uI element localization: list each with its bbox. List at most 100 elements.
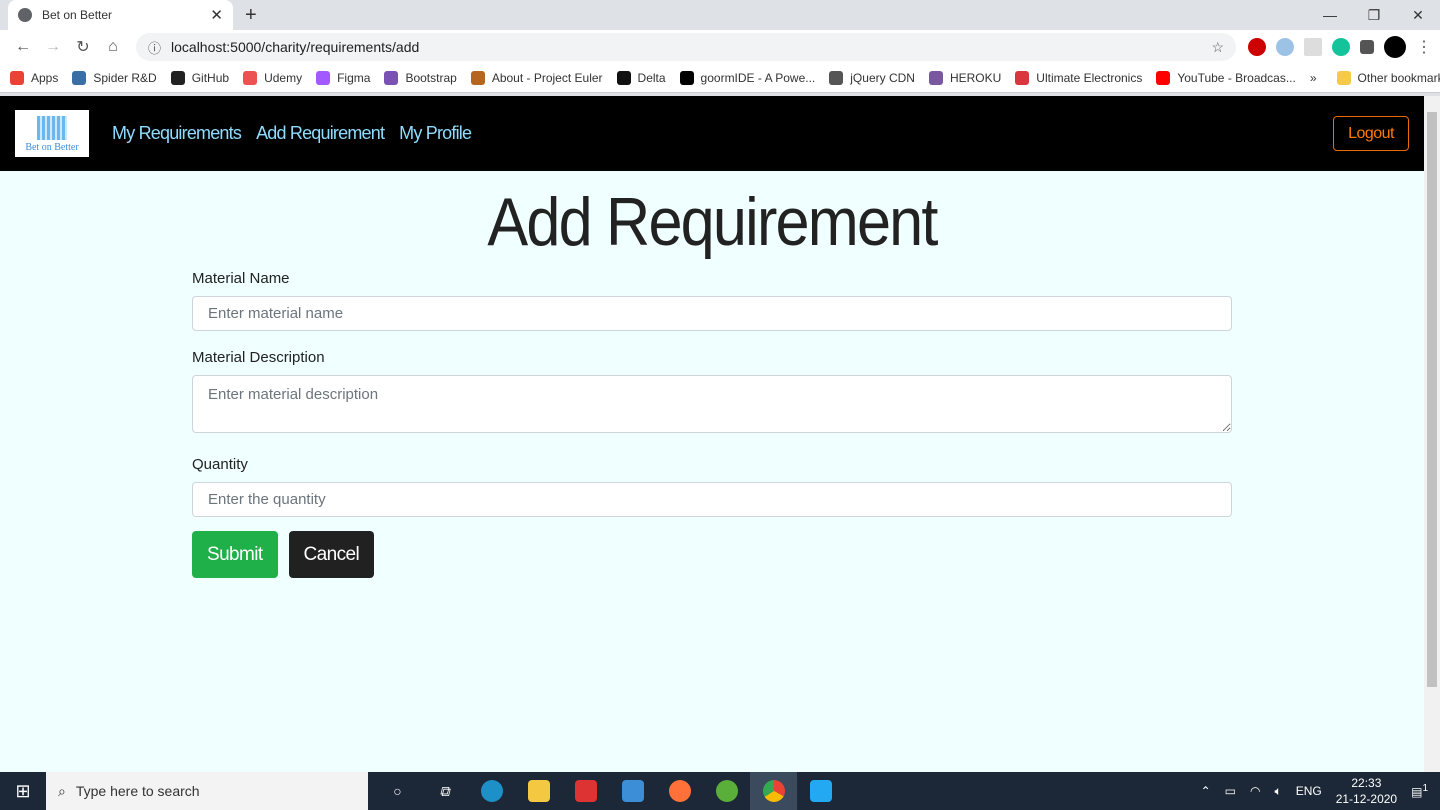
quantity-label: Quantity xyxy=(192,456,248,473)
logo-text: Bet on Better xyxy=(25,142,79,153)
bookmark-item[interactable]: Bootstrap xyxy=(384,71,457,85)
windows-start-icon[interactable]: ⊞ xyxy=(0,781,46,802)
bookmark-icon xyxy=(616,71,631,85)
bookmark-item[interactable]: Delta xyxy=(616,71,666,85)
cortana-icon[interactable]: ○ xyxy=(374,772,421,810)
tab-strip: Bet on Better ✕ + — ❐ ✕ xyxy=(0,0,1440,30)
gift-icon[interactable] xyxy=(562,772,609,810)
new-tab-button[interactable]: + xyxy=(245,4,257,27)
nav-add-requirement[interactable]: Add Requirement xyxy=(256,123,385,144)
clock[interactable]: 22:33 21-12-2020 xyxy=(1336,775,1397,807)
material-name-label: Material Name xyxy=(192,270,290,287)
extension-icon[interactable] xyxy=(1276,38,1294,56)
more-bookmarks-button[interactable]: » xyxy=(1310,71,1317,85)
bookmark-label: YouTube - Broadcas... xyxy=(1177,71,1296,85)
bookmarks-bar: Apps Spider R&D GitHub Udemy Figma Bootstrap A… xyxy=(0,64,1440,93)
restore-button[interactable]: ❐ xyxy=(1352,0,1396,30)
scrollbar-thumb[interactable] xyxy=(1427,112,1437,687)
logo[interactable]: Bet on Better xyxy=(15,110,89,157)
nav-my-requirements[interactable]: My Requirements xyxy=(112,123,242,144)
wifi-icon[interactable]: ◠ xyxy=(1250,784,1260,798)
bookmark-icon xyxy=(384,71,399,85)
home-icon[interactable]: ⌂ xyxy=(98,38,128,56)
taskbar-search[interactable]: ⌕ Type here to search xyxy=(46,772,368,810)
quantity-input[interactable] xyxy=(192,482,1232,517)
search-icon: ⌕ xyxy=(58,782,66,799)
bookmark-label: About - Project Euler xyxy=(491,71,603,85)
bookmark-item[interactable]: GitHub xyxy=(170,71,229,85)
close-tab-icon[interactable]: ✕ xyxy=(210,6,223,24)
browser-tab[interactable]: Bet on Better ✕ xyxy=(8,0,233,30)
time: 22:33 xyxy=(1351,776,1382,790)
profile-avatar[interactable] xyxy=(1384,36,1406,58)
bookmark-icon xyxy=(829,71,844,85)
nav-my-profile[interactable]: My Profile xyxy=(399,123,472,144)
taskbar: ⊞ ⌕ Type here to search ○ ⧉ ⌃ ▭ ◠ 🔈︎ ENG… xyxy=(0,772,1440,810)
bookmark-label: jQuery CDN xyxy=(850,71,915,85)
bookmark-item[interactable]: goormIDE - A Powe... xyxy=(679,71,816,85)
chevron-up-icon[interactable]: ⌃ xyxy=(1201,784,1211,798)
material-name-input[interactable] xyxy=(192,296,1232,331)
bookmark-label: Bootstrap xyxy=(405,71,457,85)
search-placeholder: Type here to search xyxy=(75,783,200,799)
menu-icon[interactable]: ⋮ xyxy=(1416,37,1432,57)
bookmark-item[interactable]: About - Project Euler xyxy=(470,71,603,85)
utorrent-icon[interactable] xyxy=(703,772,750,810)
add-requirement-form: Material Name Material Description Quant… xyxy=(192,270,1232,578)
other-bookmarks-label: Other bookmarks xyxy=(1357,71,1440,85)
edge-icon[interactable] xyxy=(468,772,515,810)
navbar: Bet on Better My Requirements Add Requir… xyxy=(0,96,1424,171)
mail-icon[interactable] xyxy=(609,772,656,810)
bookmark-item[interactable]: HEROKU xyxy=(928,71,1001,85)
material-description-input[interactable] xyxy=(192,375,1232,433)
info-icon[interactable]: ⓘ xyxy=(148,38,161,57)
material-description-label: Material Description xyxy=(192,349,325,366)
adblock-icon[interactable] xyxy=(1248,38,1266,56)
page-title: Add Requirement xyxy=(487,184,938,260)
close-window-button[interactable]: ✕ xyxy=(1396,0,1440,30)
notification-icon[interactable]: ▤1 xyxy=(1411,783,1428,799)
file-explorer-icon[interactable] xyxy=(515,772,562,810)
globe-icon xyxy=(18,8,32,22)
reload-icon[interactable]: ↻ xyxy=(68,37,98,57)
battery-icon[interactable]: ▭ xyxy=(1225,784,1236,798)
language-indicator[interactable]: ENG xyxy=(1296,784,1322,798)
bookmark-item[interactable]: Udemy xyxy=(243,71,302,85)
cancel-button[interactable]: Cancel xyxy=(288,531,375,578)
toolbar: ← → ↻ ⌂ ⓘ localhost:5000/charity/require… xyxy=(0,30,1440,64)
building-icon xyxy=(37,116,67,140)
forward-icon[interactable]: → xyxy=(38,38,68,56)
bookmark-label: Delta xyxy=(637,71,666,85)
bookmark-item[interactable]: Figma xyxy=(316,71,370,85)
notification-count: 1 xyxy=(1422,783,1428,794)
firefox-icon[interactable] xyxy=(656,772,703,810)
bookmark-star-icon[interactable]: ☆ xyxy=(1211,39,1224,56)
bookmark-icon xyxy=(10,71,24,85)
bookmark-icon xyxy=(470,71,485,85)
back-icon[interactable]: ← xyxy=(8,38,38,56)
grammarly-icon[interactable] xyxy=(1332,38,1350,56)
address-bar[interactable]: ⓘ localhost:5000/charity/requirements/ad… xyxy=(136,33,1236,61)
bookmark-item[interactable]: jQuery CDN xyxy=(829,71,915,85)
vscode-icon[interactable] xyxy=(797,772,844,810)
other-bookmarks[interactable]: Other bookmarks xyxy=(1336,71,1440,85)
puzzle-icon[interactable] xyxy=(1360,40,1374,54)
bookmark-item[interactable]: Apps xyxy=(10,71,58,85)
date: 21-12-2020 xyxy=(1335,792,1398,806)
bookmark-item[interactable]: Ultimate Electronics xyxy=(1015,71,1142,85)
volume-icon[interactable]: 🔈︎ xyxy=(1274,784,1281,799)
task-view-icon[interactable]: ⧉ xyxy=(421,772,468,810)
bookmark-label: goormIDE - A Powe... xyxy=(700,71,816,85)
bookmark-icon xyxy=(928,71,943,85)
bookmark-icon xyxy=(316,71,331,85)
minimize-button[interactable]: — xyxy=(1308,0,1352,30)
logout-button[interactable]: Logout xyxy=(1333,116,1409,151)
scrollbar[interactable] xyxy=(1424,96,1440,772)
bookmark-item[interactable]: YouTube - Broadcas... xyxy=(1156,71,1296,85)
url-text: localhost:5000/charity/requirements/add xyxy=(171,39,420,55)
bookmark-item[interactable]: Spider R&D xyxy=(72,71,157,85)
chrome-icon[interactable] xyxy=(750,772,797,810)
extension-icon[interactable] xyxy=(1304,38,1322,56)
bookmark-icon xyxy=(243,71,258,85)
submit-button[interactable]: Submit xyxy=(192,531,278,578)
